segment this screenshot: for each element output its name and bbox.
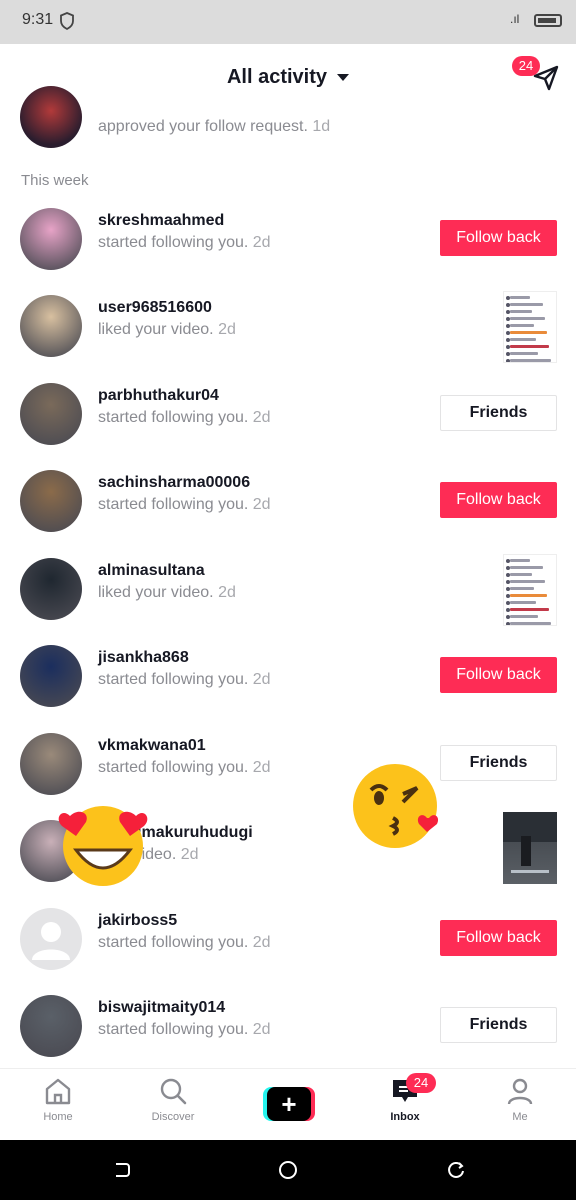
create-icon: + (267, 1087, 311, 1121)
friends-button[interactable]: Friends (440, 395, 557, 431)
activity-description: started following you. 2d (98, 234, 271, 251)
avatar[interactable] (20, 558, 82, 620)
avatar[interactable] (20, 733, 82, 795)
nav-discover[interactable]: Discover (133, 1077, 213, 1123)
battery-icon (534, 14, 562, 27)
me-icon (507, 1078, 533, 1105)
avatar[interactable] (20, 470, 82, 532)
activity-row[interactable]: jisankha868 started following you. 2d Foll… (0, 637, 576, 717)
discover-icon (160, 1078, 187, 1105)
friends-button[interactable]: Friends (440, 1007, 557, 1043)
back-icon[interactable] (112, 1160, 132, 1180)
video-thumbnail[interactable] (503, 812, 557, 884)
nav-me[interactable]: Me (480, 1077, 560, 1123)
signal-icon: .ıl (510, 12, 520, 26)
username[interactable]: jisankha868 (98, 649, 189, 667)
activity-filter-dropdown[interactable]: All activity (0, 66, 576, 89)
status-time: 9:31 (22, 11, 54, 28)
activity-row[interactable]: jakirboss5 started following you. 2d Follo… (0, 900, 576, 980)
avatar[interactable] (20, 86, 82, 148)
follow-back-button[interactable]: Follow back (440, 657, 557, 693)
status-bar: 9:31 .ıl (0, 0, 576, 44)
activity-description: started following you. 2d (98, 671, 271, 688)
activity-description: approved your follow request. 1d (98, 118, 331, 135)
dm-badge: 24 (512, 56, 540, 76)
username[interactable]: biswajitmaity014 (98, 999, 225, 1017)
nav-label: Inbox (390, 1111, 420, 1123)
page-title: All activity (226, 66, 328, 88)
video-thumbnail[interactable] (503, 554, 557, 626)
chevron-down-icon (337, 74, 350, 82)
follow-back-button[interactable]: Follow back (440, 482, 557, 518)
follow-back-button[interactable]: Follow back (440, 920, 557, 956)
username[interactable]: sachinsharma00006 (98, 474, 250, 492)
username[interactable]: skreshmaahmed (98, 212, 224, 230)
avatar[interactable] (20, 645, 82, 707)
username[interactable]: user968516600 (98, 299, 212, 317)
activity-row[interactable]: skreshmaahmed started following you. 2d Fo… (0, 200, 576, 280)
nav-home[interactable]: Home (18, 1077, 98, 1123)
nav-label: Home (43, 1111, 73, 1123)
activity-row[interactable]: user968516600 liked your video. 2d (0, 287, 576, 367)
avatar[interactable] (20, 995, 82, 1057)
activity-row[interactable]: alminasultana liked your video. 2d (0, 550, 576, 630)
home-circle-icon[interactable] (278, 1160, 298, 1180)
activity-description: started following you. 2d (98, 1021, 271, 1038)
activity-row[interactable]: vkmakwana01 started following you. 2d Frie… (0, 725, 576, 805)
bottom-nav: Home Discover + Inbox 24 Me (0, 1068, 576, 1140)
avatar[interactable] (20, 908, 82, 970)
heart-eyes-emoji (58, 806, 148, 886)
activity-description: started following you. 2d (98, 934, 271, 951)
inbox-badge: 24 (406, 1073, 436, 1093)
activity-description: started following you. 2d (98, 759, 271, 776)
nav-label: Discover (151, 1111, 195, 1123)
activity-row[interactable]: parbhuthakur04 started following you. 2d F… (0, 375, 576, 455)
activity-description: liked your video. 2d (98, 584, 236, 601)
header: All activity 24 (0, 44, 576, 108)
create-button[interactable]: + (263, 1087, 315, 1121)
activity-row[interactable]: biswajitmaity014 started following you. 2… (0, 987, 576, 1067)
avatar[interactable] (20, 208, 82, 270)
section-label: This week (21, 172, 89, 189)
avatar[interactable] (20, 383, 82, 445)
username[interactable]: parbhuthakur04 (98, 387, 219, 405)
activity-row[interactable]: sachinsharma00006 started following you. … (0, 462, 576, 542)
activity-description: liked your video. 2d (98, 321, 236, 338)
username[interactable]: jakirboss5 (98, 912, 177, 930)
activity-row-partial[interactable]: approved your follow request. 1d (0, 86, 576, 150)
kissing-wink-emoji (353, 764, 439, 848)
system-nav-bar (0, 1140, 576, 1200)
friends-button[interactable]: Friends (440, 745, 557, 781)
avatar[interactable] (20, 295, 82, 357)
shield-icon (60, 12, 74, 30)
username[interactable]: alminasultana (98, 562, 205, 580)
follow-back-button[interactable]: Follow back (440, 220, 557, 256)
activity-description: started following you. 2d (98, 409, 271, 426)
recents-icon[interactable] (446, 1160, 466, 1180)
home-icon (45, 1078, 71, 1105)
nav-label: Me (512, 1111, 528, 1123)
video-thumbnail[interactable] (503, 291, 557, 363)
activity-description: started following you. 2d (98, 496, 271, 513)
username[interactable]: vkmakwana01 (98, 737, 206, 755)
